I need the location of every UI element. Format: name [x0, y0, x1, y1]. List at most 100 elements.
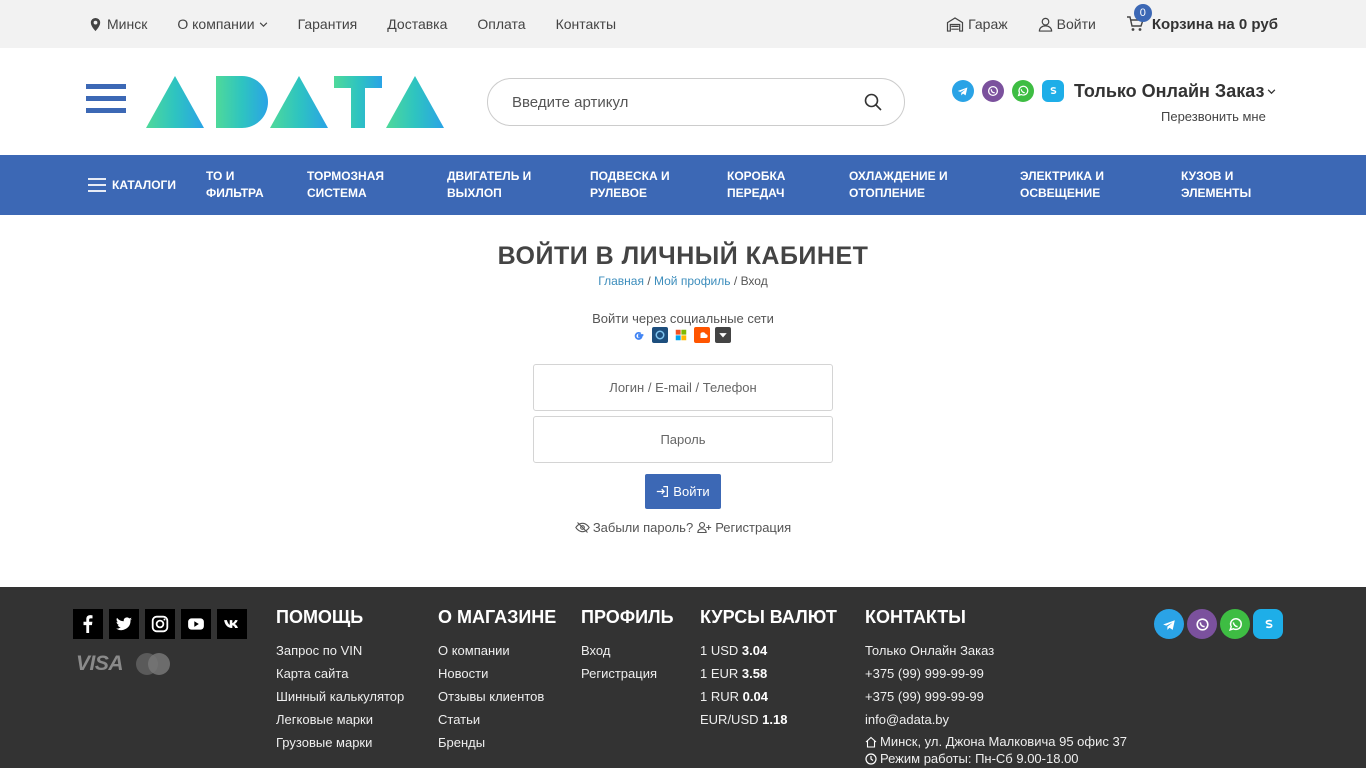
nav-item-engine[interactable]: ДВИГАТЕЛЬ И ВЫХЛОП [447, 155, 531, 215]
catalog-button[interactable]: КАТАЛОГИ [88, 155, 176, 215]
footer-phone-2[interactable]: +375 (99) 999-99-99 [865, 689, 984, 704]
login-link[interactable]: Войти [1038, 16, 1096, 32]
twitter-icon[interactable] [109, 609, 139, 639]
nav-item-suspension[interactable]: ПОДВЕСКА И РУЛЕВОЕ [590, 155, 670, 215]
footer-contacts-title: КОНТАКТЫ [865, 607, 966, 627]
login-input[interactable] [533, 364, 833, 411]
payment-logos: VISA [76, 651, 173, 677]
footer-link-news[interactable]: Новости [438, 666, 488, 681]
topbar: Минск О компании Гарантия Доставка Оплат… [0, 0, 1366, 48]
register-link[interactable]: Регистрация [697, 520, 791, 535]
skype-icon[interactable] [1042, 80, 1064, 102]
topnav-delivery[interactable]: Доставка [387, 16, 447, 32]
nav-item-cooling[interactable]: ОХЛАЖДЕНИЕ И ОТОПЛЕНИЕ [849, 155, 948, 215]
footer-link-sitemap[interactable]: Карта сайта [276, 666, 348, 681]
nav-item-brakes[interactable]: ТОРМОЗНАЯ СИСТЕМА [307, 155, 384, 215]
garage-label: Гараж [968, 16, 1008, 32]
nav-item-electrics[interactable]: ЭЛЕКТРИКА И ОСВЕЩЕНИЕ [1020, 155, 1104, 215]
search-input[interactable] [512, 93, 864, 111]
more-social-dropdown-icon[interactable] [715, 327, 731, 343]
search-icon[interactable] [864, 93, 882, 111]
menu-burger-button[interactable] [86, 84, 126, 116]
footer-link-tire-calc[interactable]: Шинный калькулятор [276, 689, 404, 704]
visa-logo: VISA [76, 652, 124, 675]
footer-social-links [73, 609, 247, 639]
soundcloud-icon[interactable] [694, 327, 710, 343]
topnav-payment[interactable]: Оплата [477, 16, 525, 32]
footer: VISA ПОМОЩЬ Запрос по VIN Карта сайта Ши… [0, 587, 1366, 768]
footer-email[interactable]: info@adata.by [865, 712, 949, 727]
city-label: Минск [107, 16, 148, 32]
footer-profile: ПРОФИЛЬ Вход Регистрация [581, 607, 674, 687]
nav-item-gearbox[interactable]: КОРОБКА ПЕРЕДАЧ [727, 155, 785, 215]
viber-icon[interactable] [982, 80, 1004, 102]
footer-about: О МАГАЗИНЕ О компании Новости Отзывы кли… [438, 607, 556, 756]
viber-icon[interactable] [1187, 609, 1217, 639]
auth-links: Забыли пароль? Регистрация [0, 520, 1366, 535]
yandex-icon[interactable] [652, 327, 668, 343]
telegram-icon[interactable] [952, 80, 974, 102]
footer-link-vin[interactable]: Запрос по VIN [276, 643, 362, 658]
footer-link-login[interactable]: Вход [581, 643, 610, 658]
page-title: ВОЙТИ В ЛИЧНЫЙ КАБИНЕТ [497, 242, 869, 270]
youtube-icon[interactable] [181, 609, 211, 639]
callback-link[interactable]: Перезвонить мне [1161, 109, 1266, 124]
city-selector[interactable]: Минск [88, 16, 147, 32]
microsoft-icon[interactable] [673, 327, 689, 343]
instagram-icon[interactable] [145, 609, 175, 639]
home-icon [865, 736, 877, 748]
adata-logo[interactable] [146, 76, 444, 128]
footer-link-register[interactable]: Регистрация [581, 666, 657, 681]
whatsapp-icon[interactable] [1012, 80, 1034, 102]
footer-profile-title: ПРОФИЛЬ [581, 607, 674, 627]
online-order-label: Только Онлайн Заказ [1074, 80, 1265, 101]
breadcrumb-home[interactable]: Главная [598, 274, 644, 288]
clock-icon [865, 752, 877, 765]
footer-link-articles[interactable]: Статьи [438, 712, 480, 727]
telegram-icon[interactable] [1154, 609, 1184, 639]
user-plus-icon [697, 521, 712, 534]
footer-phone-1[interactable]: +375 (99) 999-99-99 [865, 666, 984, 681]
footer-contacts: КОНТАКТЫ Только Онлайн Заказ +375 (99) 9… [865, 607, 1127, 767]
topnav-contacts[interactable]: Контакты [556, 16, 616, 32]
footer-help-title: ПОМОЩЬ [276, 607, 364, 627]
nav-item-filters[interactable]: ТО И ФИЛЬТРА [206, 155, 264, 215]
password-input[interactable] [533, 416, 833, 463]
hamburger-icon [88, 178, 106, 192]
facebook-icon[interactable] [73, 609, 103, 639]
rate-eur: 1 EUR 3.58 [700, 666, 768, 681]
breadcrumb: Главная / Мой профиль / Вход [598, 274, 768, 288]
google-icon[interactable] [631, 327, 647, 343]
nav-item-body[interactable]: КУЗОВ И ЭЛЕМЕНТЫ [1181, 155, 1251, 215]
forgot-password-link[interactable]: Забыли пароль? [575, 520, 693, 535]
footer-link-reviews[interactable]: Отзывы клиентов [438, 689, 544, 704]
whatsapp-icon[interactable] [1220, 609, 1250, 639]
online-order-dropdown[interactable]: Только Онлайн Заказ [1074, 81, 1276, 102]
footer-help: ПОМОЩЬ Запрос по VIN Карта сайта Шинный … [276, 607, 404, 756]
footer-rates-title: КУРСЫ ВАЛЮТ [700, 607, 837, 627]
footer-link-truck-brands[interactable]: Грузовые марки [276, 735, 372, 750]
topnav-about[interactable]: О компании [177, 16, 267, 32]
social-login-label: Войти через социальные сети [592, 311, 774, 326]
chevron-down-icon [259, 21, 267, 27]
rate-rur: 1 RUR 0.04 [700, 689, 768, 704]
footer-link-company[interactable]: О компании [438, 643, 510, 658]
footer-link-brands[interactable]: Бренды [438, 735, 485, 750]
footer-messengers [1154, 609, 1283, 639]
rate-eur-usd: EUR/USD 1.18 [700, 712, 788, 727]
cart-link[interactable]: 0 Корзина на 0 руб [1126, 3, 1278, 33]
login-submit-button[interactable]: Войти [645, 474, 721, 509]
header: Только Онлайн Заказ Перезвонить мне [0, 48, 1366, 155]
topnav-about-label: О компании [177, 16, 255, 32]
vk-icon[interactable] [217, 609, 247, 639]
skype-icon[interactable] [1253, 609, 1283, 639]
breadcrumb-profile[interactable]: Мой профиль [654, 274, 731, 288]
footer-link-car-brands[interactable]: Легковые марки [276, 712, 373, 727]
sign-in-icon [657, 486, 669, 497]
garage-link[interactable]: Гараж [946, 16, 1008, 32]
footer-rates: КУРСЫ ВАЛЮТ 1 USD 3.04 1 EUR 3.58 1 RUR … [700, 607, 837, 733]
catalog-label: КАТАЛОГИ [112, 177, 176, 192]
topnav-warranty[interactable]: Гарантия [298, 16, 358, 32]
map-pin-icon [90, 17, 101, 31]
cart-count-badge: 0 [1133, 3, 1152, 22]
